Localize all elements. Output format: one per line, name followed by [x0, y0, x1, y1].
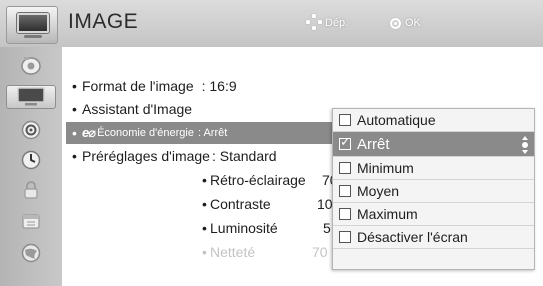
- option-screen-off[interactable]: Désactiver l'écran: [333, 226, 534, 249]
- option-label: Minimum: [357, 160, 414, 176]
- globe-network-icon: [21, 243, 41, 263]
- checkbox-icon: [339, 114, 351, 126]
- sidebar-item-network[interactable]: [8, 241, 54, 265]
- sub-item-value: 70: [312, 244, 328, 260]
- menu-item-label: Préréglages d'image: [82, 148, 210, 164]
- calendar-option-icon: [22, 214, 40, 229]
- option-label: Arrêt: [357, 135, 390, 153]
- menu-item-energy-saving[interactable]: • e⌀ Économie d'énergie : Arrêt: [66, 122, 356, 144]
- option-automatic[interactable]: Automatique: [333, 109, 534, 132]
- energy-saving-dropdown: Automatique Arrêt Minimum Moyen Maximum …: [332, 108, 535, 270]
- scroll-indicator-icon: [521, 136, 529, 154]
- menu-item-label: Économie d'énergie: [97, 127, 194, 139]
- menu-item-value: : Arrêt: [197, 127, 228, 139]
- menu-item-value: : Standard: [211, 148, 277, 164]
- ok-button-icon: [390, 18, 401, 29]
- checkbox-checked-icon: [339, 135, 351, 150]
- sidebar-item-option[interactable]: [8, 209, 54, 233]
- lock-icon: [24, 181, 38, 199]
- sub-item-label: Luminosité: [210, 220, 278, 236]
- menu-item-label: Format de l'image: [82, 78, 194, 94]
- sub-item-contrast[interactable]: • Contraste 10: [202, 193, 333, 215]
- dpad-icon: [306, 14, 322, 30]
- move-hint: Dép.: [325, 17, 349, 29]
- option-label: Automatique: [357, 112, 436, 128]
- sub-item-sharpness[interactable]: • Netteté 70: [202, 241, 328, 263]
- sidebar-item-audio[interactable]: [8, 118, 54, 142]
- menu-header: IMAGE Dép. OK: [0, 0, 543, 47]
- checkbox-icon: [339, 185, 351, 197]
- sub-item-backlight[interactable]: • Rétro-éclairage 70: [202, 169, 338, 191]
- monitor-icon: [17, 87, 45, 106]
- option-off[interactable]: Arrêt: [333, 132, 534, 157]
- speaker-audio-icon: [21, 120, 41, 140]
- ok-hint: OK: [405, 17, 421, 29]
- tv-picture-menu-screen: IMAGE Dép. OK • Format de l'image: 16:9…: [0, 0, 543, 286]
- sidebar-item-picture[interactable]: [6, 85, 56, 109]
- option-label: Désactiver l'écran: [357, 229, 468, 245]
- checkbox-icon: [339, 208, 351, 220]
- sidebar-item-setup[interactable]: [8, 53, 54, 77]
- sub-item-label: Rétro-éclairage: [210, 172, 306, 188]
- sub-item-value: 10: [317, 196, 333, 212]
- sidebar-item-lock[interactable]: [8, 178, 54, 202]
- sub-item-brightness[interactable]: • Luminosité 5: [202, 217, 331, 239]
- picture-camera-icon: [21, 57, 41, 75]
- menu-item-aspect-ratio[interactable]: • Format de l'image : 16:9: [72, 75, 543, 97]
- menu-item-value: : 16:9: [201, 78, 237, 94]
- checkbox-icon: [339, 231, 351, 243]
- sub-item-value: 5: [323, 220, 331, 236]
- sidebar-item-time[interactable]: [8, 148, 54, 172]
- option-label: Maximum: [357, 206, 418, 222]
- monitor-icon: [6, 6, 58, 44]
- menu-title: IMAGE: [68, 10, 139, 33]
- sub-item-label: Contraste: [210, 196, 271, 212]
- option-maximum[interactable]: Maximum: [333, 203, 534, 226]
- option-minimum[interactable]: Minimum: [333, 157, 534, 180]
- clock-icon: [21, 150, 41, 170]
- checkbox-icon: [339, 162, 351, 174]
- energy-saving-logo: e⌀: [82, 125, 96, 140]
- category-sidebar: [0, 47, 62, 286]
- sub-item-label: Netteté: [210, 244, 256, 260]
- option-medium[interactable]: Moyen: [333, 180, 534, 203]
- menu-item-label: Assistant d'Image: [82, 101, 193, 117]
- option-label: Moyen: [357, 183, 400, 199]
